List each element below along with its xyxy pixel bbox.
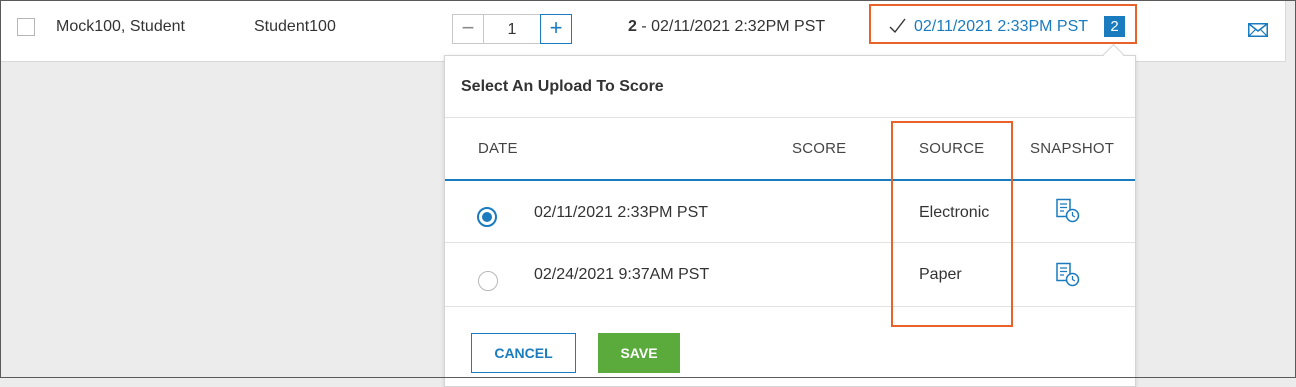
upload-select-popover: Select An Upload To Score DATE SCORE SOU… bbox=[444, 55, 1136, 387]
snapshot-icon[interactable] bbox=[1055, 262, 1081, 293]
column-header-snapshot: SNAPSHOT bbox=[1030, 140, 1115, 157]
column-header-score: SCORE bbox=[792, 140, 847, 157]
header-divider bbox=[445, 179, 1135, 181]
radio-upload-2[interactable] bbox=[478, 271, 498, 291]
attempt-stepper-value[interactable]: 1 bbox=[484, 14, 540, 44]
source-column-highlight bbox=[891, 121, 1013, 327]
upload-link-highlight bbox=[869, 4, 1137, 44]
save-button[interactable]: SAVE bbox=[598, 333, 680, 373]
divider bbox=[445, 117, 1135, 118]
snapshot-icon[interactable] bbox=[1055, 198, 1081, 229]
popover-title: Select An Upload To Score bbox=[461, 78, 664, 95]
cancel-button[interactable]: CANCEL bbox=[471, 333, 576, 373]
row-divider bbox=[445, 306, 1135, 307]
attempt-timestamp: 02/11/2021 2:32PM PST bbox=[651, 18, 826, 35]
column-header-date: DATE bbox=[478, 140, 518, 157]
attempt-number: 2 bbox=[628, 18, 637, 35]
attempt-info: 2 - 02/11/2021 2:32PM PST bbox=[628, 18, 825, 36]
radio-upload-1[interactable] bbox=[477, 207, 497, 227]
increment-button[interactable]: + bbox=[540, 14, 572, 44]
student-id: Student100 bbox=[254, 18, 336, 35]
attempt-separator: - bbox=[636, 18, 652, 35]
row-checkbox[interactable] bbox=[17, 18, 35, 36]
row-divider bbox=[445, 242, 1135, 243]
student-name: Mock100, Student bbox=[56, 18, 185, 35]
upload-date: 02/24/2021 9:37AM PST bbox=[534, 266, 710, 283]
upload-date: 02/11/2021 2:33PM PST bbox=[534, 204, 709, 221]
decrement-button[interactable]: − bbox=[452, 14, 484, 44]
mail-icon[interactable] bbox=[1248, 23, 1268, 42]
